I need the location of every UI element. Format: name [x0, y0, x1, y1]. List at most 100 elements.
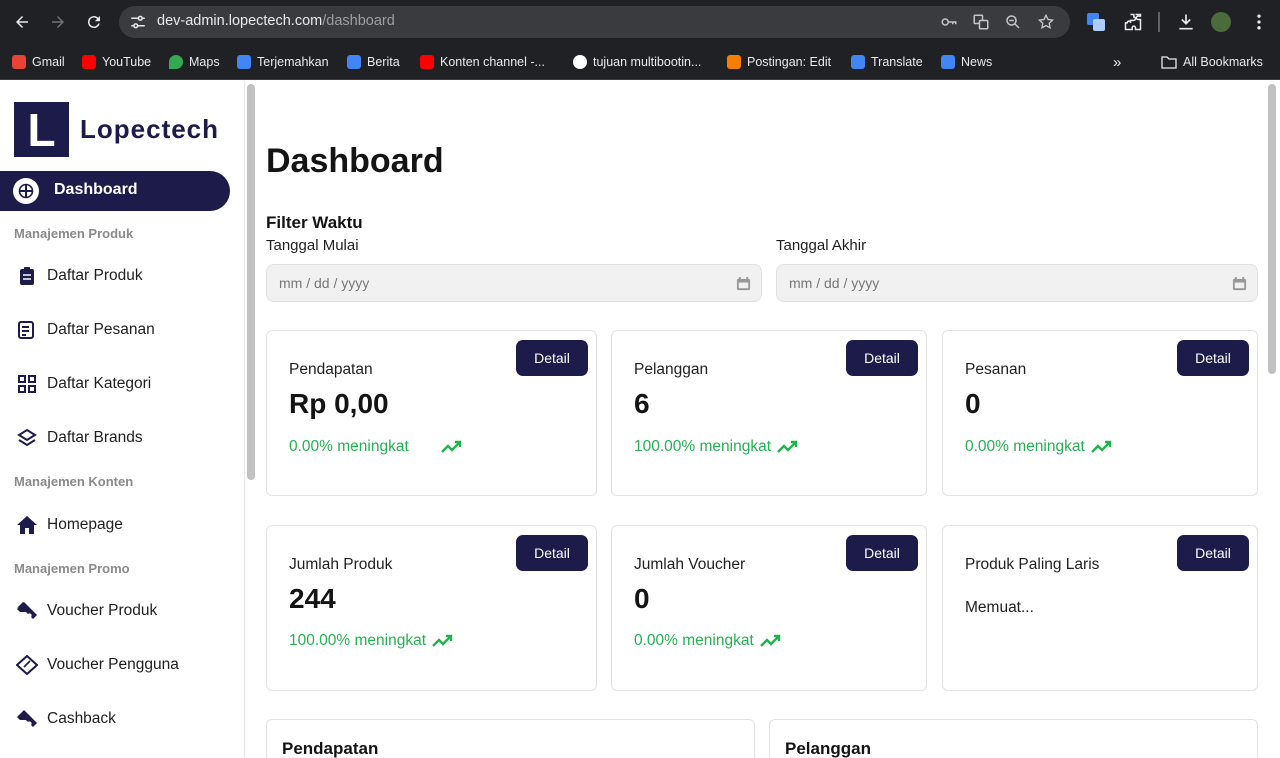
sidebar-item-label: Daftar Pesanan	[47, 321, 155, 338]
bookmark-label: tujuan multibootin...	[593, 55, 702, 69]
sidebar-item-daftar-brands[interactable]: Daftar Brands	[0, 419, 230, 457]
youtube-icon	[420, 55, 434, 69]
star-icon[interactable]	[1037, 13, 1055, 31]
date-placeholder: mm / dd / yyyy	[279, 275, 370, 291]
start-date-input[interactable]: mm / dd / yyyy	[266, 264, 762, 302]
trend-text: 100.00% meningkat	[634, 438, 772, 455]
chart-card-title: Pendapatan	[282, 739, 379, 758]
site-settings-icon[interactable]	[129, 13, 147, 31]
bookmark-label: Maps	[189, 55, 220, 69]
card-trend: 100.00% meningkat	[289, 632, 454, 650]
extensions-icon[interactable]	[1123, 12, 1143, 32]
sidebar-item-cashback[interactable]: Cashback	[0, 700, 230, 738]
logo: L	[14, 102, 69, 157]
bookmark-youtube[interactable]: YouTube	[82, 54, 151, 70]
sidebar-item-daftar-pesanan[interactable]: Daftar Pesanan	[0, 311, 230, 349]
main-scrollbar[interactable]	[1268, 84, 1276, 374]
bookmark-news[interactable]: News	[941, 54, 992, 70]
bookmark-translate[interactable]: Translate	[851, 54, 923, 70]
card-jumlah-voucher: Detail Jumlah Voucher 0 0.00% meningkat	[611, 525, 927, 691]
detail-button[interactable]: Detail	[1177, 535, 1249, 571]
reload-button[interactable]	[84, 12, 104, 32]
dashboard-icon	[13, 178, 39, 204]
date-placeholder: mm / dd / yyyy	[789, 275, 880, 291]
forward-button[interactable]	[48, 12, 68, 32]
address-bar[interactable]: dev-admin.lopectech.com/dashboard	[119, 6, 1070, 38]
discount-ticket-icon	[16, 654, 38, 676]
profile-avatar[interactable]	[1211, 12, 1231, 32]
back-button[interactable]	[12, 12, 32, 32]
bookmark-konten-channel[interactable]: Konten channel -...	[420, 54, 545, 70]
card-title: Jumlah Voucher	[634, 556, 746, 573]
card-pesanan: Detail Pesanan 0 0.00% meningkat	[942, 330, 1258, 496]
bookmark-label: Gmail	[32, 55, 65, 69]
key-icon[interactable]	[940, 13, 958, 31]
card-title: Jumlah Produk	[289, 556, 393, 573]
trend-text: 0.00% meningkat	[965, 438, 1085, 455]
bookmark-gmail[interactable]: Gmail	[12, 54, 65, 70]
bookmark-maps[interactable]: Maps	[169, 54, 220, 70]
bookmark-berita[interactable]: Berita	[347, 54, 400, 70]
sidebar-item-daftar-kategori[interactable]: Daftar Kategori	[0, 365, 230, 403]
blogger-icon	[727, 55, 741, 69]
calendar-icon[interactable]	[1232, 276, 1247, 291]
sidebar-item-voucher-produk[interactable]: Voucher Produk	[0, 592, 230, 630]
chart-card-pelanggan: Pelanggan	[769, 719, 1258, 758]
calendar-icon[interactable]	[736, 276, 751, 291]
bookmark-label: Postingan: Edit	[747, 55, 832, 69]
sidebar-item-dashboard[interactable]: Dashboard	[0, 171, 230, 211]
bookmark-label: Berita	[367, 55, 400, 69]
logo-letter: L	[27, 103, 56, 156]
card-pelanggan: Detail Pelanggan 6 100.00% meningkat	[611, 330, 927, 496]
bookmark-postingan[interactable]: Postingan: Edit	[727, 54, 831, 70]
end-date-input[interactable]: mm / dd / yyyy	[776, 264, 1258, 302]
arrow-right-icon	[52, 16, 64, 28]
bookmark-label: News	[961, 55, 993, 69]
more-bookmarks-icon[interactable]: »	[1113, 54, 1121, 71]
all-bookmarks[interactable]: All Bookmarks	[1161, 54, 1263, 70]
section-manajemen-konten: Manajemen Konten	[14, 474, 134, 489]
ticket-icon	[16, 708, 38, 730]
detail-button[interactable]: Detail	[516, 535, 588, 571]
sidebar-item-label: Daftar Produk	[47, 267, 143, 284]
reload-icon	[87, 16, 100, 29]
detail-button[interactable]: Detail	[846, 535, 918, 571]
card-trend: 100.00% meningkat	[634, 438, 799, 456]
toolbar-divider	[1158, 12, 1160, 32]
detail-button[interactable]: Detail	[1177, 340, 1249, 376]
card-jumlah-produk: Detail Jumlah Produk 244 100.00% meningk…	[266, 525, 597, 691]
card-value: 244	[289, 583, 336, 614]
bookmark-terjemahkan[interactable]: Terjemahkan	[237, 54, 329, 70]
sidebar-item-voucher-pengguna[interactable]: Voucher Pengguna	[0, 646, 230, 684]
folder-icon	[1161, 56, 1177, 69]
end-date-label: Tanggal Akhir	[776, 237, 867, 254]
start-date-label: Tanggal Mulai	[266, 237, 359, 254]
section-manajemen-produk: Manajemen Produk	[14, 226, 134, 241]
download-icon[interactable]	[1176, 12, 1196, 32]
card-trend: 0.00% meningkat	[634, 632, 782, 650]
bookmarks-bar: Gmail YouTube Maps Terjemahkan Berita Ko…	[0, 44, 1280, 80]
sidebar-item-daftar-produk[interactable]: Daftar Produk	[0, 257, 230, 295]
bookmark-label: Translate	[871, 55, 923, 69]
sidebar-item-label: Voucher Produk	[47, 602, 158, 619]
trending-up-icon	[1090, 440, 1111, 453]
bookmark-tujuan[interactable]: tujuan multibootin...	[573, 54, 701, 70]
google-translate-extension-icon[interactable]	[1086, 12, 1106, 32]
chart-card-title: Pelanggan	[785, 739, 871, 758]
trending-up-icon	[440, 440, 461, 453]
filter-title: Filter Waktu	[266, 213, 363, 232]
translate-icon[interactable]	[972, 13, 990, 31]
section-manajemen-promo: Manajemen Promo	[14, 561, 130, 576]
bookmark-label: Terjemahkan	[257, 55, 329, 69]
arrow-left-icon	[16, 16, 28, 28]
detail-button[interactable]: Detail	[846, 340, 918, 376]
detail-button[interactable]: Detail	[516, 340, 588, 376]
sidebar-item-homepage[interactable]: Homepage	[0, 506, 230, 544]
browser-menu-icon[interactable]	[1249, 12, 1269, 32]
receipt-icon	[16, 319, 38, 341]
sidebar-item-label: Voucher Pengguna	[47, 656, 179, 673]
ticket-icon	[16, 600, 38, 622]
sidebar-item-label: Daftar Brands	[47, 429, 143, 446]
zoom-icon[interactable]	[1004, 13, 1022, 31]
home-icon	[16, 514, 38, 536]
